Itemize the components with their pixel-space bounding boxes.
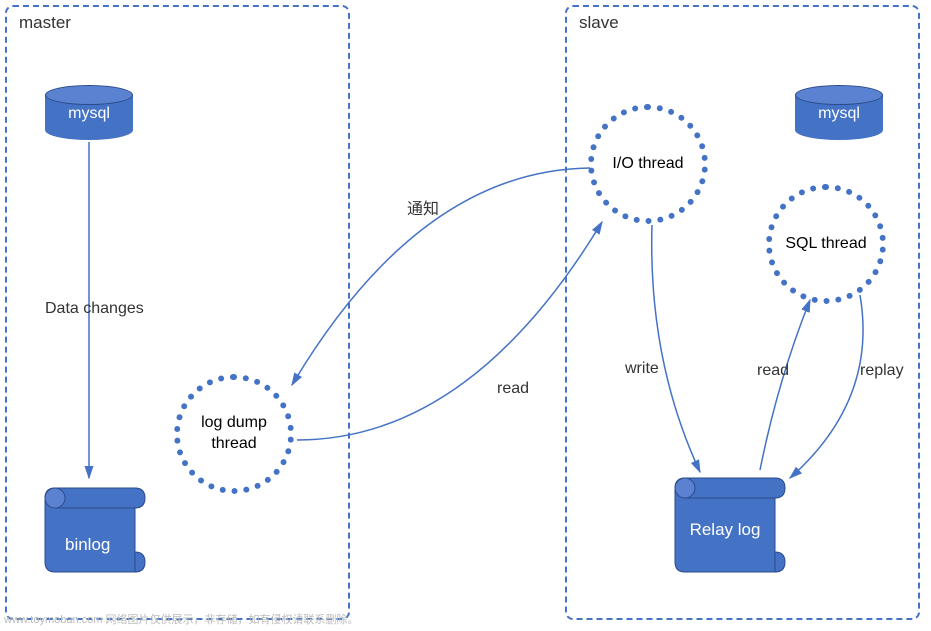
relaylog-doc: Relay log (665, 470, 785, 570)
label-write: write (625, 360, 659, 378)
log-dump-thread-label: log dump thread (180, 413, 288, 455)
slave-db-label: mysql (818, 104, 860, 122)
sql-thread-label: SQL thread (785, 234, 866, 255)
io-thread-label: I/O thread (612, 154, 683, 175)
label-replay: replay (860, 362, 904, 380)
label-notify: 通知 (407, 195, 439, 219)
label-read-master: read (497, 380, 529, 398)
master-db-cylinder: mysql (45, 85, 133, 140)
relaylog-label: Relay log (665, 520, 785, 540)
binlog-doc: binlog (35, 480, 155, 580)
label-data-changes: Data changes (45, 300, 144, 318)
binlog-label: binlog (65, 535, 110, 555)
watermark: www.toymoban.com 网络图片仅供展示，非存储，如有侵权请联系删除。 (4, 611, 358, 627)
label-read-slave: read (757, 362, 789, 380)
slave-db-cylinder: mysql (795, 85, 883, 140)
slave-title: slave (579, 13, 619, 33)
log-dump-thread: log dump thread (180, 380, 288, 488)
io-thread: I/O thread (594, 110, 702, 218)
master-db-label: mysql (68, 104, 110, 122)
master-title: master (19, 13, 71, 33)
sql-thread: SQL thread (772, 190, 880, 298)
